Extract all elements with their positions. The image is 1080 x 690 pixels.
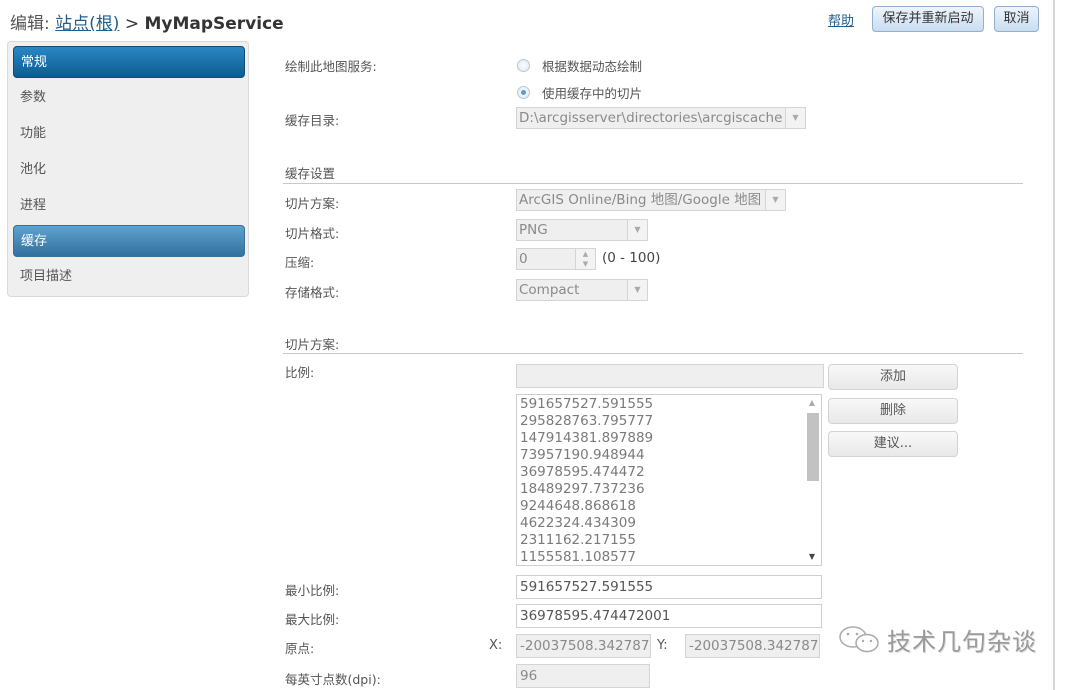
scale-list-item[interactable]: 2311162.217155 [517, 532, 653, 549]
chevron-down-icon[interactable]: ▼ [627, 220, 647, 240]
scales-list-items: 591657527.591555 295828763.795777 14791438… [517, 396, 653, 565]
scales-list[interactable]: 591657527.591555 295828763.795777 14791438… [516, 394, 822, 566]
max-scale-label: 最大比例: [285, 612, 340, 627]
storage-format-select[interactable]: Compact ▼ [516, 279, 648, 301]
scale-list-item[interactable]: 591657527.591555 [517, 396, 653, 413]
sidebar-item-item-description[interactable]: 项目描述 [13, 261, 245, 293]
sidebar-item-processes[interactable]: 进程 [13, 190, 245, 222]
cache-dir-select[interactable]: D:\arcgisserver\directories\arcgiscache … [516, 107, 806, 129]
wechat-icon [839, 625, 879, 652]
min-scale-label: 最小比例: [285, 583, 340, 598]
radio-use-cache-tiles[interactable]: 使用缓存中的切片 [517, 83, 642, 102]
help-link[interactable]: 帮助 [828, 10, 854, 29]
sidebar-item-pooling[interactable]: 池化 [13, 154, 245, 186]
page-title: 编辑: 站点(根) > MyMapService [10, 9, 284, 34]
title-prefix: 编辑: [10, 14, 50, 34]
scale-list-item[interactable]: 73957190.948944 [517, 447, 653, 464]
cache-settings-section-title: 缓存设置 [285, 166, 336, 181]
compression-range: (0 - 100) [602, 250, 661, 266]
scale-list-item[interactable]: 147914381.897889 [517, 430, 653, 447]
select-value: D:\arcgisserver\directories\arcgiscache [519, 110, 783, 126]
sidebar-item-caching[interactable]: 缓存 [13, 225, 245, 257]
chevron-down-icon[interactable]: ▼ [627, 280, 647, 300]
select-value: PNG [519, 222, 548, 238]
scale-list-item[interactable]: 36978595.474472 [517, 464, 653, 481]
stepper-value: 0 [519, 251, 528, 267]
cache-dir-label: 缓存目录: [285, 113, 340, 128]
origin-label: 原点: [285, 641, 315, 656]
service-name: MyMapService [144, 14, 284, 34]
scale-list-item[interactable]: 18489297.737236 [517, 481, 653, 498]
dpi-label: 每英寸点数(dpi): [285, 672, 381, 687]
delete-scale-button[interactable]: 删除 [828, 398, 958, 424]
breadcrumb-root-link[interactable]: 站点(根) [55, 14, 119, 34]
sidebar: 常规 参数 功能 池化 进程 缓存 项目描述 [7, 41, 249, 297]
sidebar-item-capabilities[interactable]: 功能 [13, 118, 245, 150]
chevron-down-icon[interactable]: ▼ [785, 108, 805, 128]
tile-format-label: 切片格式: [285, 226, 340, 241]
radio-button-checked[interactable] [517, 86, 530, 99]
tiling-scheme-select[interactable]: ArcGIS Online/Bing 地图/Google 地图 ▼ [516, 189, 786, 211]
chevron-down-icon[interactable]: ▼ [765, 190, 785, 210]
tile-format-select[interactable]: PNG ▼ [516, 219, 648, 241]
origin-y-input[interactable]: -20037508.342787 [685, 634, 820, 658]
radio-label: 使用缓存中的切片 [542, 86, 643, 101]
scroll-up-icon[interactable]: ▲ [803, 395, 821, 411]
radio-dynamic-draw[interactable]: 根据数据动态绘制 [517, 56, 642, 75]
select-value: ArcGIS Online/Bing 地图/Google 地图 [519, 192, 762, 208]
stepper-buttons: ▲ ▼ [575, 249, 595, 269]
origin-x-input[interactable]: -20037508.342787 [516, 634, 651, 658]
scales-label: 比例: [285, 365, 315, 380]
sidebar-item-general[interactable]: 常规 [13, 46, 245, 78]
scale-list-item[interactable]: 9244648.868618 [517, 498, 653, 515]
radio-button[interactable] [517, 59, 530, 72]
suggest-scales-button[interactable]: 建议... [828, 431, 958, 457]
scale-input[interactable] [516, 364, 824, 388]
tiling-scheme-section-title: 切片方案: [285, 337, 340, 352]
stepper-down-icon[interactable]: ▼ [576, 259, 595, 269]
scale-list-item[interactable]: 295828763.795777 [517, 413, 653, 430]
compression-stepper[interactable]: 0 ▲ ▼ [516, 248, 596, 270]
save-and-restart-button[interactable]: 保存并重新启动 [872, 6, 984, 32]
page-right-border [1053, 0, 1055, 690]
scale-list-item[interactable]: 4622324.434309 [517, 515, 653, 532]
radio-label: 根据数据动态绘制 [542, 59, 643, 74]
add-scale-button[interactable]: 添加 [828, 364, 958, 390]
draw-service-label: 绘制此地图服务: [285, 59, 377, 74]
section-divider [283, 353, 1023, 354]
breadcrumb-separator: > [124, 14, 140, 34]
section-divider [283, 183, 1023, 184]
cancel-button[interactable]: 取消 [994, 6, 1039, 32]
watermark: 技术几句杂谈 [837, 622, 1037, 657]
max-scale-input[interactable]: 36978595.474472001 [516, 604, 822, 628]
select-value: Compact [519, 282, 580, 298]
watermark-text: 技术几句杂谈 [887, 628, 1037, 656]
dpi-input[interactable]: 96 [516, 664, 650, 688]
storage-format-label: 存储格式: [285, 285, 340, 300]
scales-scrollbar[interactable]: ▲ ▼ [803, 395, 821, 565]
scale-list-item[interactable]: 1155581.108577 [517, 549, 653, 565]
compression-label: 压缩: [285, 255, 315, 270]
origin-x-label: X: [489, 638, 503, 653]
min-scale-input[interactable]: 591657527.591555 [516, 575, 822, 599]
origin-y-label: Y: [657, 638, 668, 653]
scroll-thumb[interactable] [807, 413, 819, 481]
sidebar-item-parameters[interactable]: 参数 [13, 82, 245, 114]
tiling-scheme-label: 切片方案: [285, 196, 340, 211]
scroll-down-icon[interactable]: ▼ [803, 549, 821, 565]
stepper-up-icon[interactable]: ▲ [576, 249, 595, 259]
